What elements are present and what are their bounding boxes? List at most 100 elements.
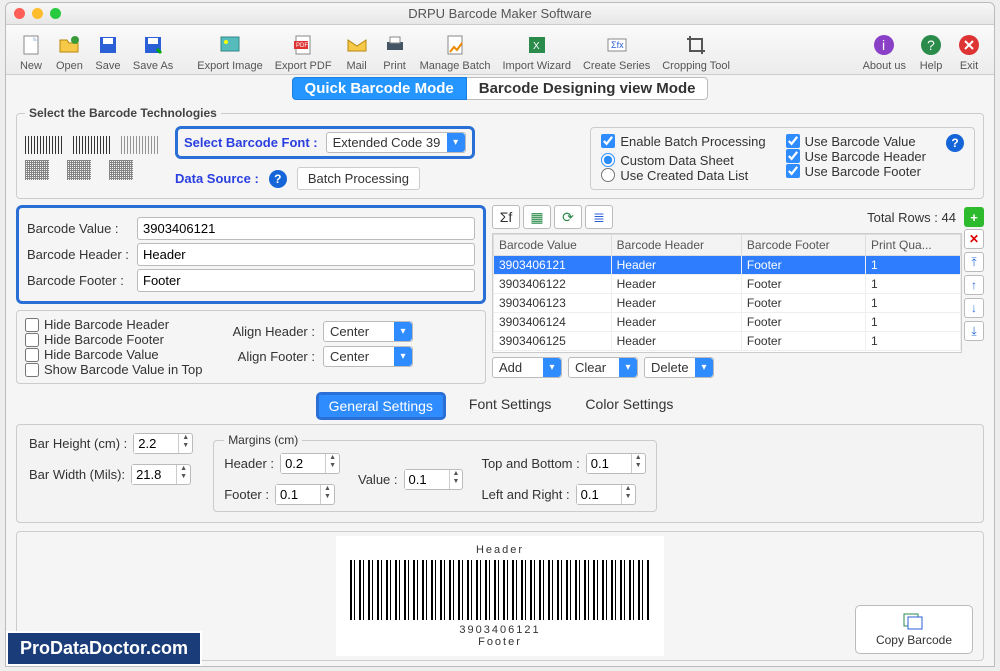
batch-processing-panel: Enable Batch Processing Custom Data Shee… — [590, 127, 975, 190]
linear-barcode-icon-3[interactable] — [121, 136, 159, 154]
about-button[interactable]: iAbout us — [857, 32, 912, 72]
margins-fieldset: Margins (cm) Header :▲▼ Footer :▲▼ Value… — [213, 433, 656, 512]
table-tool-buttons: Σf ▦ ⟳ ≣ — [492, 205, 613, 229]
margin-header-input[interactable]: ▲▼ — [280, 453, 340, 474]
saveas-icon — [141, 33, 165, 57]
new-file-icon — [19, 33, 43, 57]
barcode-font-select[interactable]: Extended Code 39▾ — [326, 132, 466, 153]
data-source-label: Data Source : — [175, 171, 259, 186]
formula-button[interactable]: Σf — [492, 205, 520, 229]
barcode-value-input[interactable] — [137, 217, 475, 240]
custom-sheet-radio[interactable]: Custom Data Sheet — [601, 153, 765, 168]
mode-tabs: Quick Barcode Mode Barcode Designing vie… — [6, 75, 994, 102]
linear-barcode-icon[interactable] — [25, 136, 63, 154]
move-up-button[interactable]: ↑ — [964, 275, 984, 295]
saveas-button[interactable]: Save As — [127, 32, 179, 72]
tab-quick-mode[interactable]: Quick Barcode Mode — [292, 77, 467, 100]
select-barcode-font-field: Select Barcode Font : Extended Code 39▾ — [175, 126, 475, 159]
chevron-down-icon: ▾ — [394, 322, 412, 341]
image-icon — [218, 33, 242, 57]
export-pdf-button[interactable]: PDFExport PDF — [269, 32, 338, 72]
new-button[interactable]: New — [12, 32, 50, 72]
app-window: DRPU Barcode Maker Software New Open Sav… — [5, 2, 995, 667]
table-row[interactable]: 3903406125HeaderFooter1 — [494, 332, 961, 351]
svg-text:?: ? — [927, 37, 935, 53]
align-footer-select[interactable]: Center▾ — [323, 346, 413, 367]
table-row[interactable]: 3903406121HeaderFooter1 — [494, 256, 961, 275]
svg-text:PDF: PDF — [296, 43, 308, 49]
linear-barcode-icon-2[interactable] — [73, 136, 111, 154]
window-title: DRPU Barcode Maker Software — [6, 6, 994, 21]
excel-button[interactable]: ▦ — [523, 205, 551, 229]
help-icon[interactable]: ? — [269, 170, 287, 188]
create-series-button[interactable]: ΣfxCreate Series — [577, 32, 656, 72]
use-footer-checkbox[interactable]: Use Barcode Footer — [786, 164, 926, 179]
total-rows-label: Total Rows : 44 — [867, 210, 960, 225]
table-row[interactable]: 3903406122HeaderFooter1 — [494, 275, 961, 294]
add-select[interactable]: Add▾ — [492, 357, 562, 378]
tab-design-mode[interactable]: Barcode Designing view Mode — [467, 77, 709, 100]
tab-font-settings[interactable]: Font Settings — [458, 392, 563, 420]
import-wizard-button[interactable]: XImport Wizard — [497, 32, 577, 72]
barcode-technologies-fieldset: Select the Barcode Technologies — [16, 106, 984, 199]
barcode-header-input[interactable] — [137, 243, 475, 266]
use-value-checkbox[interactable]: Use Barcode Value — [786, 134, 926, 149]
table-row[interactable]: 3903406123HeaderFooter1 — [494, 294, 961, 313]
save-button[interactable]: Save — [89, 32, 127, 72]
open-button[interactable]: Open — [50, 32, 89, 72]
display-options-box: Hide Barcode Header Hide Barcode Footer … — [16, 310, 486, 384]
barcode-values-box: Barcode Value : Barcode Header : Barcode… — [16, 205, 486, 304]
tab-color-settings[interactable]: Color Settings — [574, 392, 684, 420]
manage-batch-button[interactable]: Manage Batch — [414, 32, 497, 72]
watermark: ProDataDoctor.com — [6, 631, 202, 666]
cropping-tool-button[interactable]: Cropping Tool — [656, 32, 736, 72]
bar-height-input[interactable]: ▲▼ — [133, 433, 193, 454]
exit-button[interactable]: Exit — [950, 32, 988, 72]
hide-footer-checkbox[interactable]: Hide Barcode Footer — [25, 332, 225, 347]
margin-value-input[interactable]: ▲▼ — [404, 469, 464, 490]
delete-row-button[interactable]: ✕ — [964, 229, 984, 249]
show-value-top-checkbox[interactable]: Show Barcode Value in Top — [25, 362, 225, 377]
preview-value: 3903406121 — [350, 624, 650, 636]
table-row[interactable]: 3903406124HeaderFooter1 — [494, 313, 961, 332]
move-top-button[interactable]: ⤒ — [964, 252, 984, 272]
open-folder-icon — [57, 33, 81, 57]
2d-barcode-icon-2[interactable] — [67, 160, 91, 180]
margin-tb-input[interactable]: ▲▼ — [586, 453, 646, 474]
print-button[interactable]: Print — [376, 32, 414, 72]
main-toolbar: New Open Save Save As Export Image PDFEx… — [6, 25, 994, 75]
tab-general-settings[interactable]: General Settings — [316, 392, 446, 420]
bar-width-input[interactable]: ▲▼ — [131, 464, 191, 485]
hide-header-checkbox[interactable]: Hide Barcode Header — [25, 317, 225, 332]
move-down-button[interactable]: ↓ — [964, 298, 984, 318]
clear-select[interactable]: Clear▾ — [568, 357, 638, 378]
mail-button[interactable]: Mail — [338, 32, 376, 72]
data-table[interactable]: Barcode ValueBarcode HeaderBarcode Foote… — [492, 233, 962, 353]
list-button[interactable]: ≣ — [585, 205, 613, 229]
margin-footer-input[interactable]: ▲▼ — [275, 484, 335, 505]
help-button[interactable]: ?Help — [912, 32, 950, 72]
2d-barcode-icon-3[interactable] — [109, 160, 133, 180]
align-header-select[interactable]: Center▾ — [323, 321, 413, 342]
preview-header: Header — [350, 544, 650, 556]
barcode-footer-input[interactable] — [137, 269, 475, 292]
copy-barcode-button[interactable]: Copy Barcode — [855, 605, 973, 654]
export-image-button[interactable]: Export Image — [191, 32, 268, 72]
info-icon: i — [872, 33, 896, 57]
mail-icon — [345, 33, 369, 57]
created-list-radio[interactable]: Use Created Data List — [601, 168, 765, 183]
use-header-checkbox[interactable]: Use Barcode Header — [786, 149, 926, 164]
refresh-button[interactable]: ⟳ — [554, 205, 582, 229]
help-icon[interactable]: ? — [946, 134, 964, 152]
move-bottom-button[interactable]: ⤓ — [964, 321, 984, 341]
crop-icon — [684, 33, 708, 57]
2d-barcode-icon[interactable] — [25, 160, 49, 180]
svg-text:Σfx: Σfx — [611, 40, 624, 50]
tech-legend: Select the Barcode Technologies — [25, 106, 221, 120]
enable-batch-checkbox[interactable]: Enable Batch Processing — [601, 134, 765, 149]
delete-select[interactable]: Delete▾ — [644, 357, 714, 378]
hide-value-checkbox[interactable]: Hide Barcode Value — [25, 347, 225, 362]
general-settings-panel: Bar Height (cm) : ▲▼ Bar Width (Mils): ▲… — [16, 424, 984, 523]
add-row-button[interactable]: + — [964, 207, 984, 227]
margin-lr-input[interactable]: ▲▼ — [576, 484, 636, 505]
